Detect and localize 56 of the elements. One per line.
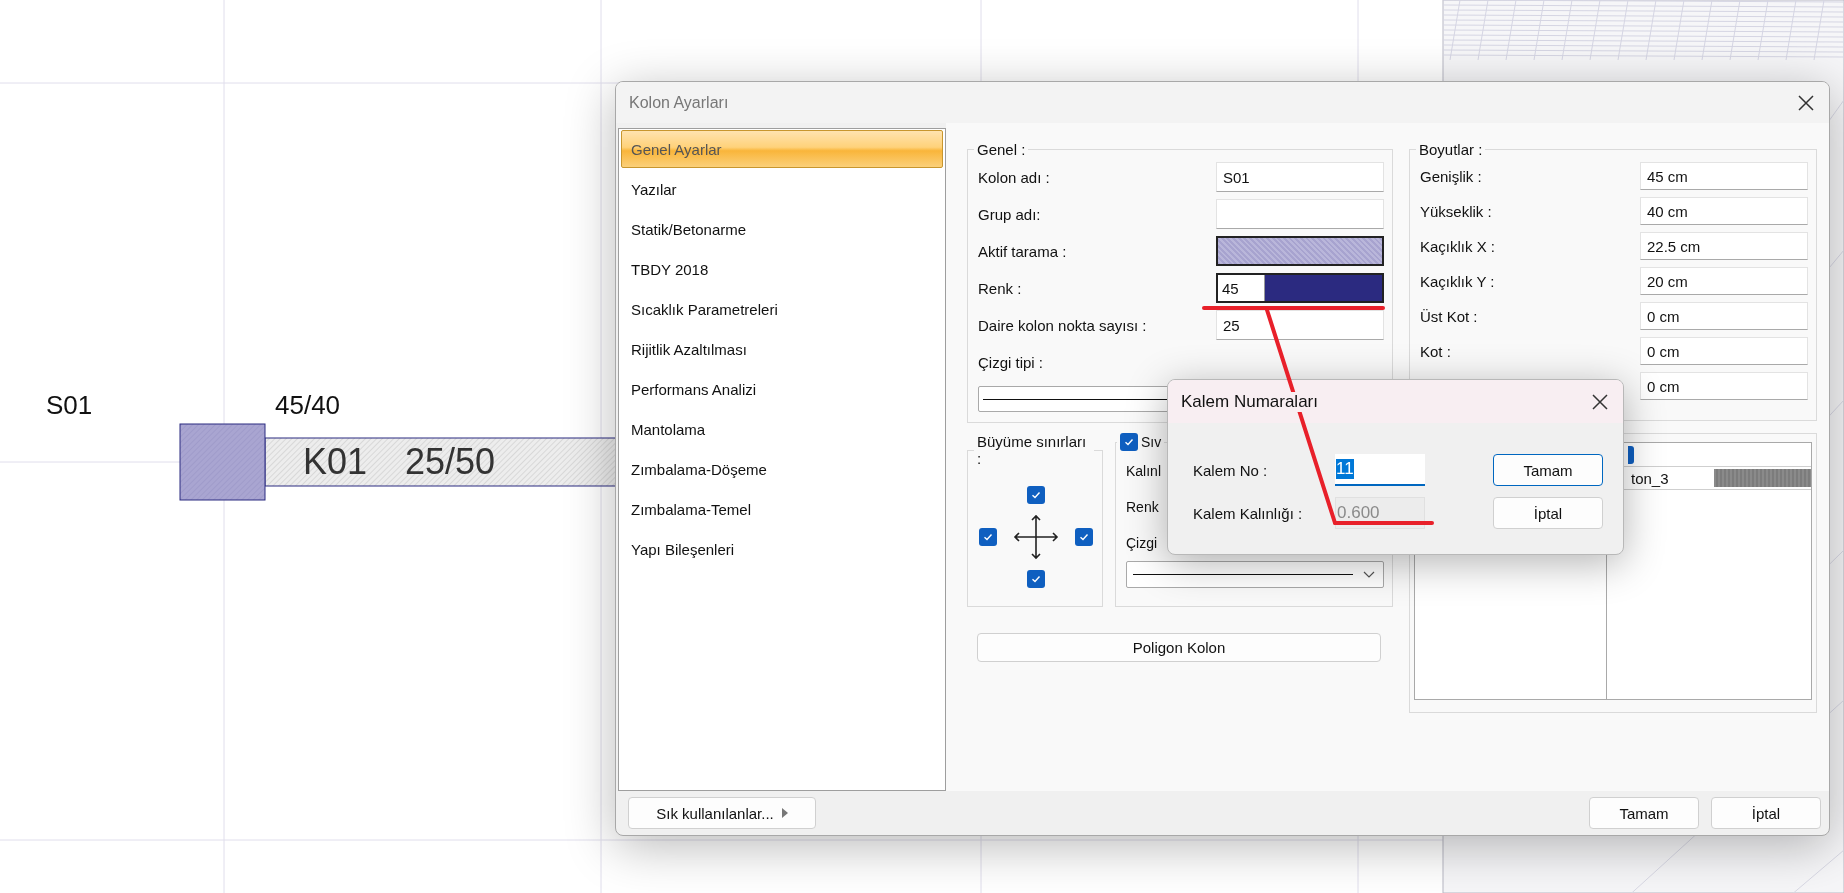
window-title: Kalem Numaraları [1181,391,1318,412]
group-title: Boyutlar : [1418,141,1484,158]
text-field[interactable]: 0 cm [1640,302,1808,330]
text-field[interactable]: 25 [1216,310,1384,340]
category-item[interactable]: Rijitlik Azaltılması [621,330,943,368]
field-label: Kot : [1420,342,1452,360]
text-field[interactable]: 20 cm [1640,267,1808,295]
category-item[interactable]: TBDY 2018 [621,250,943,288]
group-title: Sıv [1141,434,1162,450]
beam-size: 25/50 [405,441,496,482]
pen-color-field[interactable]: 45 [1216,273,1384,303]
text-field[interactable]: 45 cm [1640,162,1808,190]
category-item[interactable]: Sıcaklık Parametreleri [621,290,943,328]
field-label: Renk [1126,499,1159,515]
field-label: Kalınl [1126,463,1162,479]
text-field[interactable]: 40 cm [1640,197,1808,225]
dialog-button[interactable]: İptal [1493,497,1603,529]
category-item[interactable]: Performans Analizi [621,370,943,408]
window-title: Kolon Ayarları [629,93,729,112]
field-label: Renk : [978,279,1023,297]
category-item[interactable]: Zımbalama-Temel [621,490,943,528]
text-field[interactable]: S01 [1216,162,1384,192]
field-label: Aktif tarama : [978,242,1068,260]
category-item[interactable]: Yapı Bileşenleri [621,530,943,568]
column-size: 45/40 [275,390,341,420]
text-field[interactable]: 11 [1335,454,1425,486]
polygon-column-button[interactable]: Poligon Kolon [977,633,1381,662]
text-field[interactable]: 0 cm [1640,337,1808,365]
dialog-button[interactable]: Tamam [1589,797,1699,829]
field-label: Daire kolon nokta sayısı : [978,316,1148,334]
text-field[interactable]: 22.5 cm [1640,232,1808,260]
group-title: Genel : [976,141,1027,158]
category-item[interactable]: Zımbalama-Döşeme [621,450,943,488]
favorites-button[interactable]: Sık kullanılanlar... [628,797,816,829]
field-label: Çizgi [1126,535,1158,551]
text-field[interactable]: 0 cm [1640,372,1808,400]
field-label: Kalem Kalınlığı : [1193,504,1304,522]
material-name: ton_3 [1631,469,1669,487]
field-label: Kolon adı : [978,168,1051,186]
category-item[interactable]: Statik/Betonarme [621,210,943,248]
field-label: Üst Kot : [1420,307,1479,325]
field-label: Kalem No : [1193,461,1269,479]
category-item[interactable]: Genel Ayarlar [621,130,943,168]
field-label: Çizgi tipi : [978,353,1045,371]
column-name: S01 [46,390,93,420]
category-item[interactable]: Yazılar [621,170,943,208]
field-label: Kaçıklık Y : [1420,272,1496,290]
field-label: Kaçıklık X : [1420,237,1497,255]
category-item[interactable]: Mantolama [621,410,943,448]
dialog-button[interactable]: İptal [1711,797,1821,829]
field-label: Grup adı: [978,205,1042,223]
beam-name: K01 [303,441,368,482]
field-label: Yükseklik : [1420,202,1493,220]
group-title: Büyüme sınırları : [976,433,1088,467]
dialog-button[interactable]: Tamam [1493,454,1603,486]
field-label: Genişlik : [1420,167,1483,185]
